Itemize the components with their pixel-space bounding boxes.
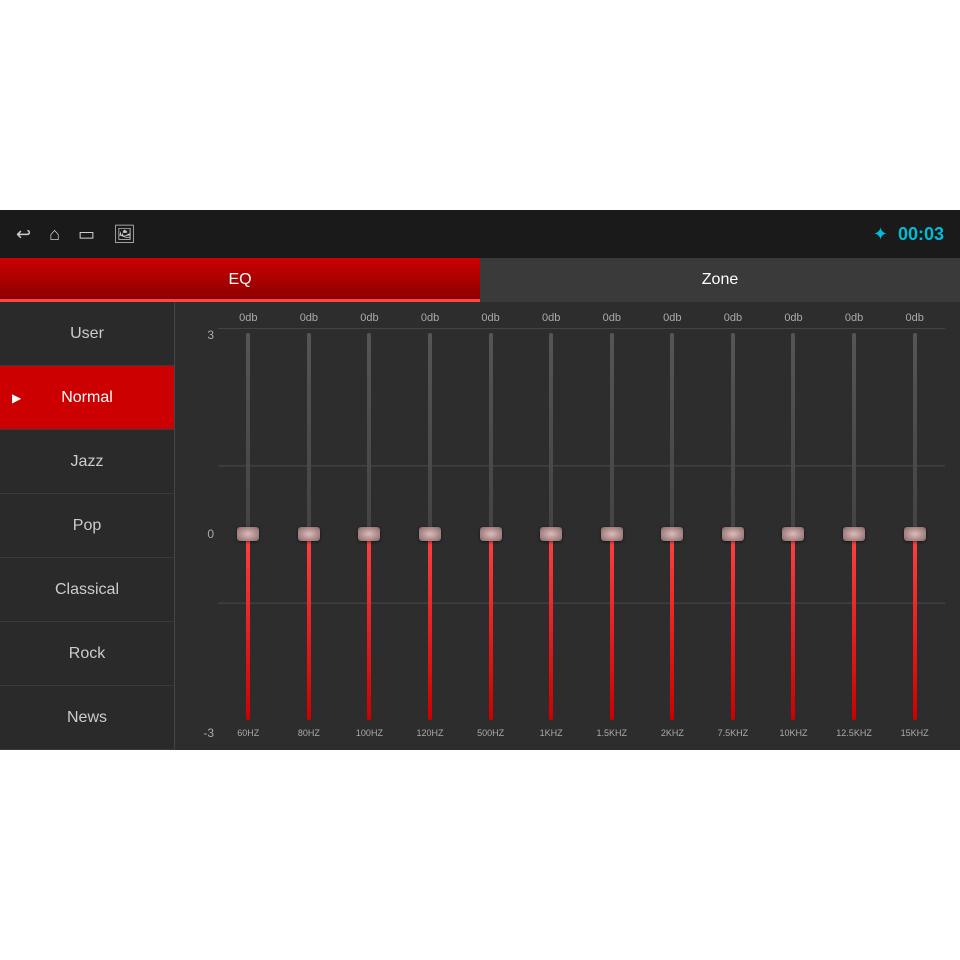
slider-freq-label-8: 7.5KHZ xyxy=(718,728,749,738)
eq-db-10khz: 0db xyxy=(763,312,824,324)
slider-track-fill-5 xyxy=(549,527,553,721)
time-display: 00:03 xyxy=(898,224,944,245)
eq-db-500hz: 0db xyxy=(460,312,521,324)
eq-grid: 3 0 -3 60HZ 80HZ 100HZ 120HZ 500HZ 1KHZ 1.5KHZ… xyxy=(190,328,945,740)
slider-thumb-2khz[interactable] xyxy=(661,527,683,541)
top-bar-left: ↩ ⌂ ▭ 🖼 xyxy=(16,224,136,245)
play-indicator: ▶ xyxy=(12,391,21,405)
sidebar-item-jazz[interactable]: Jazz xyxy=(0,430,174,494)
top-bar: ↩ ⌂ ▭ 🖼 ✦ 00:03 xyxy=(0,210,960,258)
image-icon[interactable]: 🖼 xyxy=(113,224,136,245)
eq-slider-col-1khz: 1KHZ xyxy=(521,328,582,740)
slider-freq-label-5: 1KHZ xyxy=(540,728,563,738)
sidebar-item-classical[interactable]: Classical xyxy=(0,558,174,622)
eq-slider-col-2khz: 2KHZ xyxy=(642,328,703,740)
eq-slider-col-7.5khz: 7.5KHZ xyxy=(703,328,764,740)
slider-track-fill-9 xyxy=(791,527,795,721)
eq-db-60hz: 0db xyxy=(218,312,279,324)
slider-freq-label-2: 100HZ xyxy=(356,728,383,738)
slider-thumb-500hz[interactable] xyxy=(480,527,502,541)
eq-db-7p5khz: 0db xyxy=(703,312,764,324)
sidebar-item-news[interactable]: News xyxy=(0,686,174,750)
eq-db-120hz: 0db xyxy=(400,312,461,324)
eq-slider-col-1.5khz: 1.5KHZ xyxy=(581,328,642,740)
sidebar-item-rock[interactable]: Rock xyxy=(0,622,174,686)
screen-icon[interactable]: ▭ xyxy=(78,224,95,245)
tab-bar: EQ Zone xyxy=(0,258,960,302)
home-icon[interactable]: ⌂ xyxy=(49,224,60,245)
sidebar-item-user[interactable]: User xyxy=(0,302,174,366)
eq-slider-col-80hz: 80HZ xyxy=(279,328,340,740)
eq-slider-col-12.5khz: 12.5KHZ xyxy=(824,328,885,740)
slider-track-fill-8 xyxy=(731,527,735,721)
slider-freq-label-4: 500HZ xyxy=(477,728,504,738)
slider-thumb-80hz[interactable] xyxy=(298,527,320,541)
slider-track-fill-10 xyxy=(852,527,856,721)
eq-db-12p5khz: 0db xyxy=(824,312,885,324)
main-screen: ↩ ⌂ ▭ 🖼 ✦ 00:03 EQ Zone User ▶ Normal xyxy=(0,210,960,750)
eq-db-100hz: 0db xyxy=(339,312,400,324)
slider-freq-label-9: 10KHZ xyxy=(779,728,807,738)
main-content: User ▶ Normal Jazz Pop Classical Rock Ne… xyxy=(0,302,960,750)
eq-slider-col-60hz: 60HZ xyxy=(218,328,279,740)
eq-db-1p5khz: 0db xyxy=(581,312,642,324)
eq-db-80hz: 0db xyxy=(279,312,340,324)
eq-slider-col-100hz: 100HZ xyxy=(339,328,400,740)
slider-thumb-1.5khz[interactable] xyxy=(601,527,623,541)
eq-sliders: 60HZ 80HZ 100HZ 120HZ 500HZ 1KHZ 1.5KHZ 2KHZ 7.5… xyxy=(218,328,945,740)
tab-eq[interactable]: EQ xyxy=(0,258,480,302)
eq-db-labels: 0db 0db 0db 0db 0db 0db 0db 0db 0db 0db … xyxy=(190,312,945,324)
slider-track-fill-7 xyxy=(670,527,674,721)
eq-db-2khz: 0db xyxy=(642,312,703,324)
slider-freq-label-0: 60HZ xyxy=(237,728,259,738)
bluetooth-icon: ✦ xyxy=(873,224,888,245)
slider-thumb-12.5khz[interactable] xyxy=(843,527,865,541)
eq-slider-col-500hz: 500HZ xyxy=(460,328,521,740)
slider-thumb-15khz[interactable] xyxy=(904,527,926,541)
slider-track-fill-6 xyxy=(610,527,614,721)
slider-track-fill-2 xyxy=(367,527,371,721)
eq-db-1khz: 0db xyxy=(521,312,582,324)
slider-thumb-100hz[interactable] xyxy=(358,527,380,541)
slider-thumb-120hz[interactable] xyxy=(419,527,441,541)
slider-thumb-7.5khz[interactable] xyxy=(722,527,744,541)
sidebar-item-pop[interactable]: Pop xyxy=(0,494,174,558)
slider-thumb-1khz[interactable] xyxy=(540,527,562,541)
eq-slider-col-10khz: 10KHZ xyxy=(763,328,824,740)
eq-area: 0db 0db 0db 0db 0db 0db 0db 0db 0db 0db … xyxy=(175,302,960,750)
eq-db-15khz: 0db xyxy=(884,312,945,324)
slider-track-fill-11 xyxy=(913,527,917,721)
slider-freq-label-3: 120HZ xyxy=(417,728,444,738)
top-bar-right: ✦ 00:03 xyxy=(873,224,944,245)
sidebar: User ▶ Normal Jazz Pop Classical Rock Ne… xyxy=(0,302,175,750)
tab-zone[interactable]: Zone xyxy=(480,258,960,302)
slider-freq-label-10: 12.5KHZ xyxy=(836,728,872,738)
slider-freq-label-7: 2KHZ xyxy=(661,728,684,738)
slider-thumb-10khz[interactable] xyxy=(782,527,804,541)
slider-thumb-60hz[interactable] xyxy=(237,527,259,541)
eq-slider-col-120hz: 120HZ xyxy=(400,328,461,740)
slider-freq-label-11: 15KHZ xyxy=(901,728,929,738)
eq-slider-col-15khz: 15KHZ xyxy=(884,328,945,740)
slider-track-fill-0 xyxy=(246,527,250,721)
slider-track-fill-3 xyxy=(428,527,432,721)
slider-freq-label-6: 1.5KHZ xyxy=(596,728,627,738)
eq-scale: 3 0 -3 xyxy=(190,328,218,740)
sidebar-item-normal[interactable]: ▶ Normal xyxy=(0,366,174,430)
slider-track-fill-4 xyxy=(489,527,493,721)
slider-freq-label-1: 80HZ xyxy=(298,728,320,738)
back-icon[interactable]: ↩ xyxy=(16,224,31,245)
slider-track-fill-1 xyxy=(307,527,311,721)
